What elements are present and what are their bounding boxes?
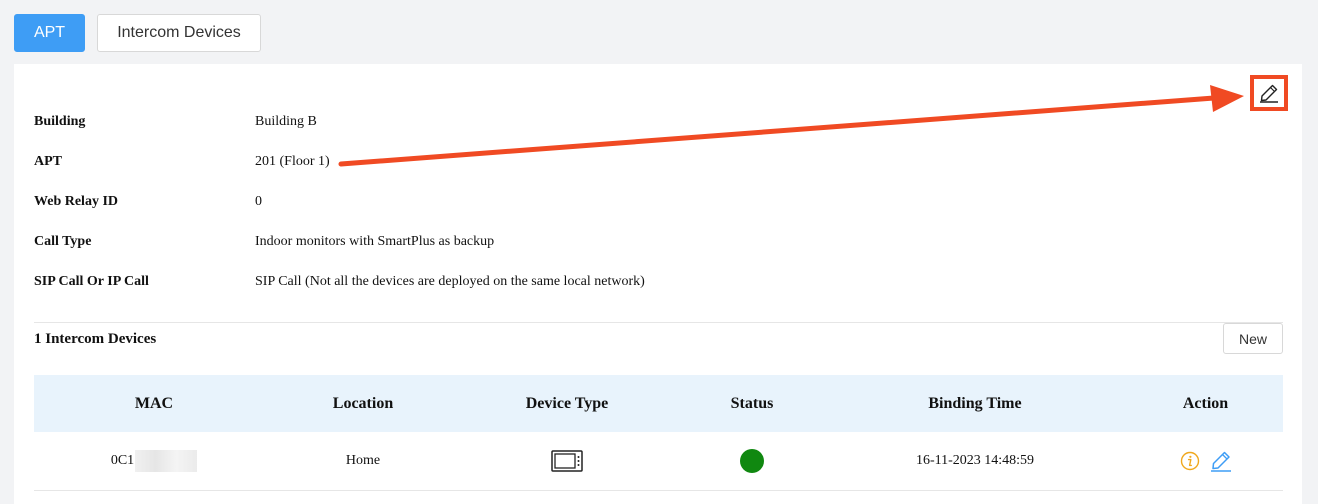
online-status-dot: [740, 449, 764, 473]
column-binding-time[interactable]: Binding Time: [822, 395, 1128, 413]
binding-time-cell: 16-11-2023 14:48:59: [915, 453, 1035, 468]
mac-cell: 0C1: [34, 450, 274, 472]
tab-bar: APT Intercom Devices: [14, 14, 261, 54]
apt-value: 201 (Floor 1): [255, 154, 330, 169]
sip-call-value: SIP Call (Not all the devices are deploy…: [255, 274, 645, 289]
devices-table: MAC Location Device Type Status Binding …: [34, 375, 1283, 491]
apt-label: APT: [34, 154, 62, 169]
column-action: Action: [1182, 394, 1229, 412]
devices-section-title: 1 Intercom Devices: [34, 331, 157, 347]
mac-redaction: [135, 450, 198, 472]
column-location[interactable]: Location: [274, 395, 452, 413]
building-value: Building B: [255, 114, 317, 129]
web-relay-label: Web Relay ID: [34, 194, 118, 209]
device-type-cell: [452, 450, 682, 472]
table-header: MAC Location Device Type Status Binding …: [34, 375, 1283, 432]
web-relay-value: 0: [255, 194, 262, 209]
column-device-type[interactable]: Device Type: [452, 395, 682, 413]
annotation-arrow: [338, 85, 1244, 167]
edit-device-button[interactable]: [1210, 450, 1232, 472]
section-divider: [34, 322, 1283, 323]
pencil-icon: [1260, 84, 1278, 103]
pencil-icon: [1210, 451, 1231, 472]
edit-apt-button[interactable]: [1250, 75, 1288, 111]
tab-apt[interactable]: APT: [14, 14, 85, 52]
info-button[interactable]: [1180, 451, 1200, 471]
sip-call-label: SIP Call Or IP Call: [34, 274, 149, 289]
status-cell: [682, 449, 822, 473]
column-status[interactable]: Status: [682, 395, 822, 413]
call-type-value: Indoor monitors with SmartPlus as backup: [255, 234, 495, 249]
new-device-button[interactable]: New: [1223, 323, 1283, 354]
action-cell: [1128, 450, 1283, 472]
apt-detail-panel: Building Building B APT 201 (Floor 1) We…: [14, 64, 1302, 504]
indoor-monitor-icon: [551, 450, 583, 472]
building-label: Building: [34, 114, 86, 129]
mac-value: 0C1: [110, 453, 135, 469]
location-cell: Home: [345, 453, 381, 468]
info-icon: [1180, 451, 1199, 471]
column-mac[interactable]: MAC: [34, 395, 274, 413]
table-row[interactable]: 0C1 Home 16-11-2023 14:48:59: [34, 432, 1283, 491]
tab-intercom-devices[interactable]: Intercom Devices: [97, 14, 261, 52]
call-type-label: Call Type: [34, 234, 92, 249]
